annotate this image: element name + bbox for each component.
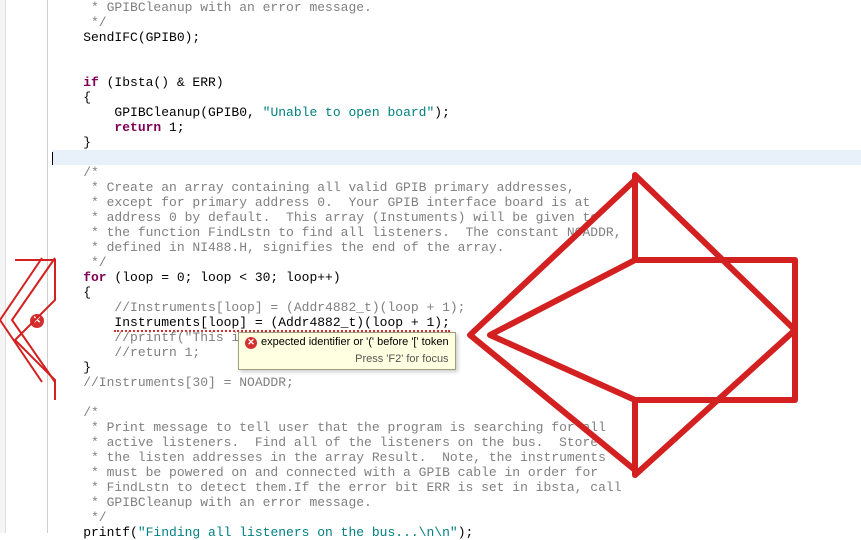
code-text: } [52, 360, 91, 375]
code-text: * must be powered on and connected with … [52, 465, 598, 480]
code-text: /* [52, 405, 99, 420]
code-text: //Instruments[30] = NOADDR; [52, 375, 294, 390]
code-text: * address 0 by default. This array (Inst… [52, 210, 598, 225]
code-text: "Unable to open board" [263, 105, 435, 120]
code-text: * GPIBCleanup with an error message. [52, 495, 372, 510]
code-text: */ [52, 510, 107, 525]
error-tooltip: ✕ expected identifier or '(' before '[' … [238, 332, 456, 370]
code-text: * the listen addresses in the array Resu… [52, 450, 606, 465]
code-text: * active listeners. Find all of the list… [52, 435, 598, 450]
code-text: * GPIBCleanup with an error message. [52, 0, 372, 15]
code-text [52, 315, 114, 330]
code-text: * the function FindLstn to find all list… [52, 225, 622, 240]
code-text: (loop = 0; loop < 30; loop++) [107, 270, 341, 285]
code-text: //return 1; [52, 345, 200, 360]
code-text: for [52, 270, 107, 285]
code-text: * FindLstn to detect them.If the error b… [52, 480, 622, 495]
tooltip-message: expected identifier or '(' before '[' to… [261, 335, 449, 350]
code-text: SendIFC(GPIB0); [52, 30, 200, 45]
error-glyph: ✕ [33, 315, 41, 327]
code-text: { [52, 285, 91, 300]
code-text: */ [52, 255, 107, 270]
code-text: if [52, 75, 99, 90]
code-text: ); [434, 105, 450, 120]
code-area[interactable]: * GPIBCleanup with an error message. */ … [48, 0, 861, 533]
code-text: * except for primary address 0. Your GPI… [52, 195, 590, 210]
code-text: //Instruments[loop] = (Addr4882_t)(loop … [52, 300, 465, 315]
text-cursor [52, 152, 53, 165]
code-text: } [52, 135, 91, 150]
code-text: { [52, 90, 91, 105]
error-icon: ✕ [245, 337, 257, 349]
code-text: return [52, 120, 161, 135]
code-text: 1; [161, 120, 184, 135]
editor-gutter[interactable]: ✕ [6, 0, 48, 533]
tooltip-hint: Press 'F2' for focus [245, 352, 449, 367]
code-text: /* [52, 165, 99, 180]
code-text: GPIBCleanup(GPIB0, [52, 105, 263, 120]
error-marker-icon[interactable]: ✕ [30, 314, 44, 328]
code-text: */ [52, 15, 107, 30]
code-text: * defined in NI488.H, signifies the end … [52, 240, 504, 255]
code-text: * Print message to tell user that the pr… [52, 420, 606, 435]
code-text: * Create an array containing all valid G… [52, 180, 575, 195]
code-editor[interactable]: ✕ * GPIBCleanup with an error message. *… [0, 0, 861, 533]
code-text: (Ibsta() & ERR) [99, 75, 224, 90]
